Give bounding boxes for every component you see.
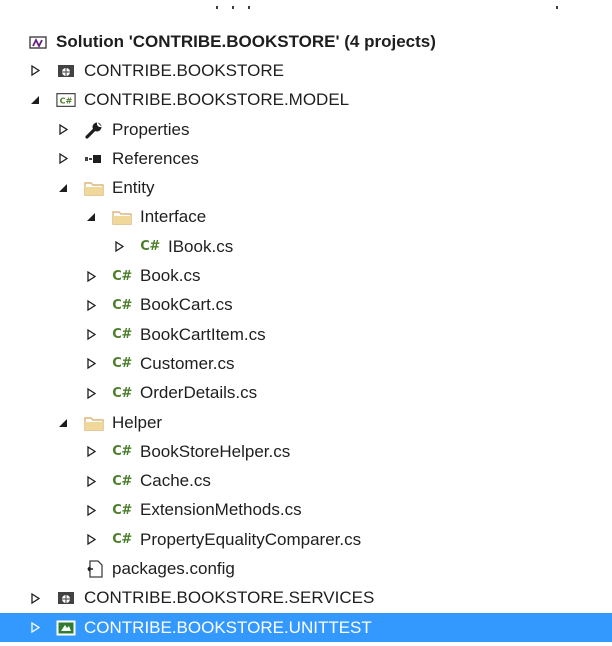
solution-node[interactable]: Solution 'CONTRIBE.BOOKSTORE' (4 project…	[0, 27, 612, 56]
tree-item-label: packages.config	[112, 558, 235, 578]
tree-item-properties[interactable]: Properties	[0, 115, 612, 144]
tree-item-label: ExtensionMethods.cs	[140, 500, 302, 520]
expand-arrow-icon[interactable]	[84, 445, 98, 459]
folder-icon	[84, 179, 104, 197]
tree-item-label: Book.cs	[140, 266, 201, 286]
divider	[556, 6, 558, 9]
tree-item-label: IBook.cs	[168, 236, 234, 256]
project-node-contribe-bookstore-model[interactable]: C# CONTRIBE.BOOKSTORE.MODEL	[0, 86, 612, 115]
tree-file-orderdetails[interactable]: C# OrderDetails.cs	[0, 379, 612, 408]
tree-item-label: Interface	[140, 207, 207, 227]
csharp-glyph: C#	[112, 327, 132, 343]
tree-file-packages-config[interactable]: packages.config	[0, 554, 612, 583]
tree-file-cache[interactable]: C# Cache.cs	[0, 466, 612, 495]
collapse-arrow-icon[interactable]	[56, 416, 70, 430]
csharp-glyph: C#	[112, 532, 132, 548]
folder-icon	[112, 208, 132, 226]
project-node-contribe-bookstore-services[interactable]: CONTRIBE.BOOKSTORE.SERVICES	[0, 584, 612, 613]
expand-arrow-icon[interactable]	[84, 298, 98, 312]
collapse-arrow-icon[interactable]	[56, 181, 70, 195]
csharp-glyph: C#	[112, 297, 132, 313]
csharp-glyph: C#	[112, 268, 132, 284]
divider	[248, 6, 250, 9]
project-node-contribe-bookstore-unittest[interactable]: CONTRIBE.BOOKSTORE.UNITTEST	[0, 612, 612, 643]
csharp-project-icon: C#	[56, 91, 76, 109]
csharp-file-icon: C#	[112, 384, 132, 402]
tree-item-label: BookCartItem.cs	[140, 324, 266, 344]
tree-file-book[interactable]: C# Book.cs	[0, 261, 612, 290]
tree-item-label: BookCart.cs	[140, 295, 233, 315]
web-project-icon	[56, 62, 76, 80]
project-label: CONTRIBE.BOOKSTORE.MODEL	[84, 90, 350, 110]
csharp-glyph: C#	[112, 356, 132, 372]
csharp-file-icon: C#	[112, 501, 132, 519]
csharp-file-icon: C#	[112, 267, 132, 285]
tree-item-label: BookStoreHelper.cs	[140, 441, 291, 461]
tree-folder-helper[interactable]: Helper	[0, 408, 612, 437]
divider	[232, 6, 234, 9]
project-label: CONTRIBE.BOOKSTORE.SERVICES	[84, 588, 375, 608]
tree-file-customer[interactable]: C# Customer.cs	[0, 349, 612, 378]
solution-explorer-tree: Solution 'CONTRIBE.BOOKSTORE' (4 project…	[0, 27, 612, 643]
expand-arrow-icon[interactable]	[56, 123, 70, 137]
tree-item-references[interactable]: References	[0, 144, 612, 173]
csharp-file-icon: C#	[112, 443, 132, 461]
divider	[216, 6, 218, 9]
tree-item-label: Customer.cs	[140, 353, 235, 373]
tree-file-extensionmethods[interactable]: C# ExtensionMethods.cs	[0, 496, 612, 525]
csharp-file-icon: C#	[112, 296, 132, 314]
expand-arrow-icon[interactable]	[28, 64, 42, 78]
tree-folder-interface[interactable]: Interface	[0, 203, 612, 232]
csharp-glyph: C#	[112, 473, 132, 489]
tree-item-label: OrderDetails.cs	[140, 383, 258, 403]
project-label: CONTRIBE.BOOKSTORE.UNITTEST	[84, 617, 372, 637]
csharp-file-icon: C#	[112, 355, 132, 373]
csharp-file-icon: C#	[112, 531, 132, 549]
expand-arrow-icon[interactable]	[112, 240, 126, 254]
csharp-file-icon: C#	[112, 326, 132, 344]
tree-file-propertyequalitycomparer[interactable]: C# PropertyEqualityComparer.cs	[0, 525, 612, 554]
tree-file-bookcartitem[interactable]: C# BookCartItem.cs	[0, 320, 612, 349]
test-project-icon	[56, 619, 76, 637]
csharp-file-icon: C#	[140, 238, 160, 256]
csharp-glyph: C#	[112, 444, 132, 460]
config-file-icon	[84, 560, 104, 578]
folder-icon	[84, 414, 104, 432]
tree-file-ibook[interactable]: C# IBook.cs	[0, 232, 612, 261]
tree-item-label: Cache.cs	[140, 471, 211, 491]
top-strip	[0, 0, 612, 22]
tree-folder-entity[interactable]: Entity	[0, 173, 612, 202]
collapse-arrow-icon[interactable]	[84, 210, 98, 224]
csharp-file-icon: C#	[112, 472, 132, 490]
expand-arrow-icon[interactable]	[84, 474, 98, 488]
tree-item-label: References	[112, 148, 199, 168]
expand-arrow-icon[interactable]	[84, 357, 98, 371]
expand-arrow-icon[interactable]	[84, 503, 98, 517]
csharp-glyph: C#	[112, 385, 132, 401]
expand-arrow-icon[interactable]	[84, 328, 98, 342]
collapse-arrow-icon[interactable]	[28, 93, 42, 107]
tree-file-bookcart[interactable]: C# BookCart.cs	[0, 291, 612, 320]
expand-arrow-icon[interactable]	[84, 533, 98, 547]
expand-arrow-icon[interactable]	[56, 152, 70, 166]
csharp-glyph: C#	[140, 239, 160, 255]
expand-arrow-icon[interactable]	[28, 591, 42, 605]
wrench-icon	[84, 121, 104, 139]
project-node-contribe-bookstore[interactable]: CONTRIBE.BOOKSTORE	[0, 56, 612, 85]
expand-arrow-icon[interactable]	[28, 621, 42, 635]
expand-arrow-icon[interactable]	[84, 269, 98, 283]
tree-item-label: Entity	[112, 178, 155, 198]
project-label: CONTRIBE.BOOKSTORE	[84, 60, 284, 80]
references-icon	[84, 150, 104, 168]
solution-label: Solution 'CONTRIBE.BOOKSTORE' (4 project…	[56, 31, 436, 51]
tree-item-label: Properties	[112, 119, 190, 139]
csharp-glyph: C#	[112, 502, 132, 518]
tree-item-label: PropertyEqualityComparer.cs	[140, 529, 362, 549]
expand-arrow-icon[interactable]	[84, 386, 98, 400]
tree-file-bookstorehelper[interactable]: C# BookStoreHelper.cs	[0, 437, 612, 466]
csharp-project-glyph: C#	[60, 96, 73, 106]
solution-icon	[28, 33, 48, 51]
tree-item-label: Helper	[112, 412, 163, 432]
web-project-icon	[56, 589, 76, 607]
